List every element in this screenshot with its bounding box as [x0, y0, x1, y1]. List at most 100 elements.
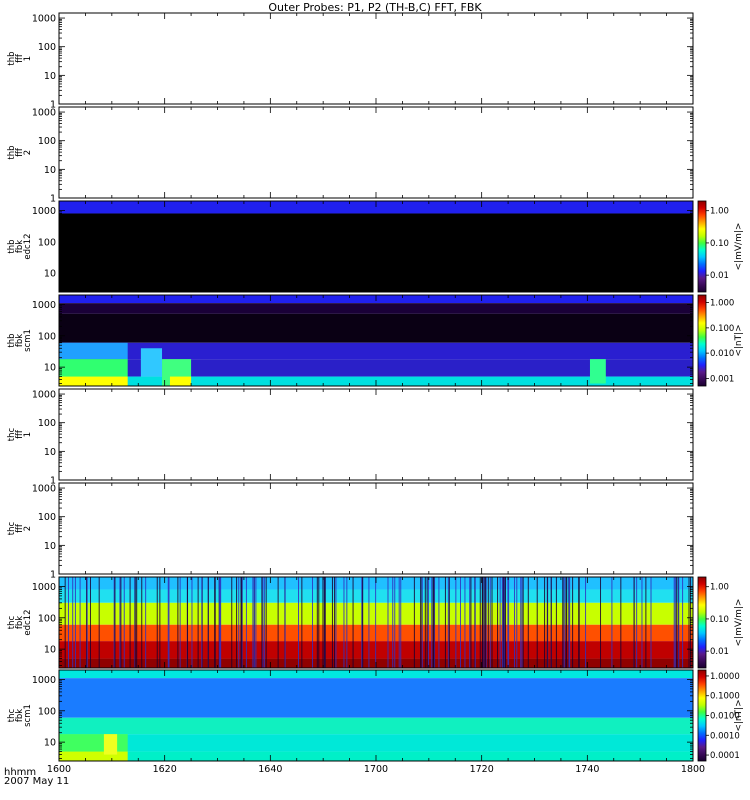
panels: 1101001000thbfff11101001000thbfff20.010.… [7, 12, 744, 762]
dropout-stripe [322, 577, 324, 668]
figure-title: Outer Probes: P1, P2 (TH-B,C) FFT, FBK [268, 1, 482, 14]
dropout-stripe [491, 577, 493, 668]
dropout-stripe [331, 577, 333, 668]
y-tick-label: 1000 [32, 675, 56, 686]
dropout-stripe [343, 577, 345, 668]
x-tick-label: 1640 [258, 764, 282, 775]
dropout-stripe [447, 577, 449, 668]
colorbar [697, 576, 707, 669]
dropout-stripe [562, 577, 564, 668]
dropout-stripe [469, 577, 471, 668]
spectrogram-feature-2 [103, 734, 118, 755]
dropout-stripe [516, 577, 518, 668]
dropout-stripe [431, 577, 433, 668]
y-tick-label: 1000 [32, 108, 56, 119]
dropout-stripe [568, 577, 570, 668]
dropout-stripe [261, 577, 263, 668]
spectrogram-feature-6 [589, 359, 606, 384]
dropout-stripe [74, 577, 76, 668]
colorbar-tick-label: 1.000 [710, 299, 734, 309]
panel-label-line: edc12 [23, 233, 33, 259]
y-tick-label: 10 [44, 71, 56, 82]
spectrogram-feature-1 [59, 359, 128, 377]
x-axis: hhmm 2007 May 11 1600 1620 1640 1700 1720 174… [4, 764, 705, 787]
colorbar-tick-label: 0.010 [710, 349, 734, 359]
dropout-stripe [448, 577, 450, 668]
dropout-stripe [245, 577, 247, 668]
dropout-stripe [578, 577, 580, 668]
spectrogram-band-3 [59, 734, 693, 752]
y-tick-label: 1 [50, 570, 56, 581]
dropout-stripe [394, 577, 396, 668]
dropout-stripe [675, 577, 677, 668]
dropout-stripe [650, 577, 652, 668]
y-tick-label: 100 [38, 136, 56, 147]
dropout-stripe [318, 577, 320, 668]
spectrogram-band-1 [59, 303, 693, 314]
spectrogram-feature-2 [59, 376, 128, 386]
x-ticks [58, 389, 694, 480]
panel-label-line: scm1 [23, 704, 33, 727]
colorbar-label: <|mV/m|> [734, 223, 744, 271]
dropout-stripe [499, 577, 501, 668]
dropout-stripe [521, 577, 523, 668]
dropout-stripe [479, 577, 481, 668]
dropout-stripe [508, 577, 510, 668]
dropout-stripe [392, 577, 394, 668]
dropout-stripe [438, 577, 440, 668]
dropout-stripe [236, 577, 238, 668]
dropout-stripe [361, 577, 363, 668]
dropout-stripe [421, 577, 423, 668]
dropout-stripe [645, 577, 647, 668]
figure: Outer Probes: P1, P2 (TH-B,C) FFT, FBK 1… [4, 1, 744, 787]
dropout-stripe [673, 577, 675, 668]
colorbar [697, 200, 707, 293]
panel-label-line: 2 [23, 526, 33, 531]
colorbar-tick-label: 1.00 [710, 583, 729, 593]
panel-label-line: edc12 [23, 609, 33, 635]
y-tick-label: 10 [44, 738, 56, 749]
dropout-stripe [119, 577, 121, 668]
y-tick-label: 1000 [32, 300, 56, 311]
dropout-stripe [284, 577, 286, 668]
x-tick-label: 1720 [470, 764, 494, 775]
dropout-stripe [238, 577, 240, 668]
dropout-stripe [536, 577, 538, 668]
dropout-stripe [252, 577, 254, 668]
dropout-stripe [483, 577, 485, 668]
panel-frame [58, 106, 694, 199]
dropout-stripe [201, 577, 203, 668]
dropout-stripe [263, 577, 265, 668]
panel-thb-fbk-edc12: 0.010.101.00<|mV/m|>101001000thbfbkedc12 [7, 200, 744, 293]
dropout-stripe [501, 577, 503, 668]
y-tick-label: 100 [38, 418, 56, 429]
dropout-stripe [179, 577, 181, 668]
dropout-stripe [375, 577, 377, 668]
dropout-stripe [513, 577, 515, 668]
y-tick-label: 100 [38, 613, 56, 624]
y-tick-label: 100 [38, 706, 56, 717]
x-tick-label: 1800 [681, 764, 705, 775]
dropout-stripe [433, 577, 435, 668]
dropout-stripe [207, 577, 209, 668]
dropout-stripe [218, 577, 220, 668]
y-tick-label: 10 [44, 645, 56, 656]
y-tick-label: 1000 [32, 390, 56, 401]
dropout-stripe [398, 577, 400, 668]
dropout-stripe [464, 577, 466, 668]
dropout-stripe [187, 577, 189, 668]
y-tick-label: 100 [38, 512, 56, 523]
dropout-stripe [413, 577, 415, 668]
dropout-stripe [72, 577, 74, 668]
y-tick-label: 100 [38, 237, 56, 248]
spectrogram-feature-0 [59, 734, 128, 752]
y-tick-label: 1000 [32, 582, 56, 593]
dropout-stripe [641, 577, 643, 668]
dropout-stripe [555, 577, 557, 668]
dropout-stripe [136, 577, 138, 668]
dropout-stripe [129, 577, 131, 668]
dropout-stripe [214, 577, 216, 668]
colorbar-tick-label: 0.01 [710, 271, 729, 281]
dropout-stripe [482, 577, 484, 668]
dropout-stripe [544, 577, 546, 668]
